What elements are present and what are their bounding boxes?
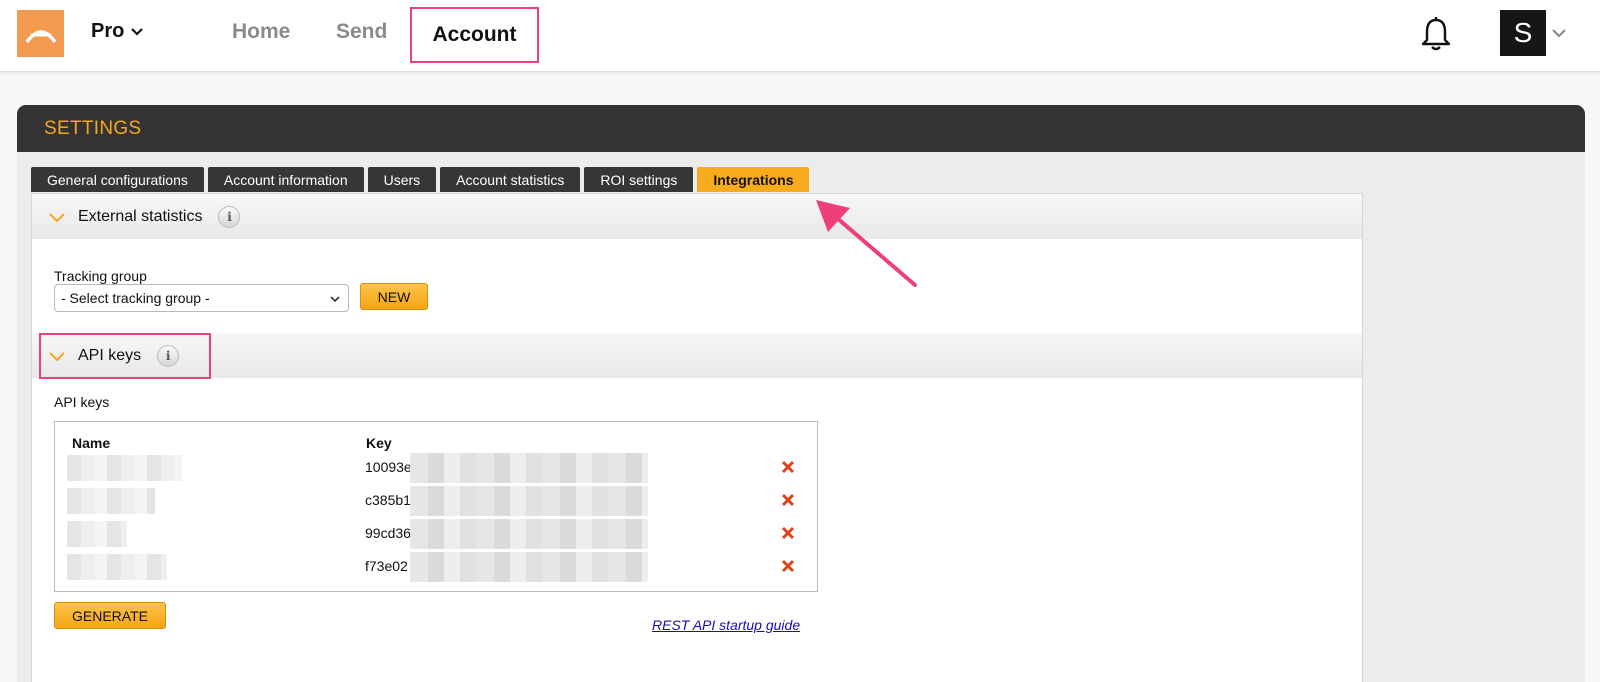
api-keys-table: Name Key 10093e c385b1 99cd36 f73e02 [54, 421, 818, 592]
external-statistics-header[interactable]: External statistics i [32, 194, 1362, 239]
table-row: f73e02 [55, 552, 817, 584]
tab-account-statistics[interactable]: Account statistics [440, 167, 581, 192]
new-tracking-group-button[interactable]: NEW [360, 283, 428, 310]
delete-icon[interactable] [780, 459, 796, 475]
top-navigation-bar: Pro Home Send Account S [0, 0, 1600, 72]
redacted-key [410, 519, 648, 549]
info-icon[interactable]: i [157, 344, 180, 367]
key-value: f73e02 [365, 558, 408, 574]
tracking-group-select-value: - Select tracking group - [61, 290, 210, 306]
avatar-letter: S [1513, 17, 1533, 48]
table-row: 10093e [55, 453, 817, 485]
info-icon[interactable]: i [218, 205, 241, 228]
integrations-content: External statistics i Tracking group - S… [31, 193, 1363, 682]
chevron-down-icon [49, 212, 65, 222]
redacted-name [67, 455, 182, 481]
settings-panel: SETTINGS General configurations Account … [17, 105, 1585, 682]
redacted-key [410, 486, 648, 516]
table-row: 99cd36 [55, 519, 817, 551]
key-column-header: Key [366, 435, 392, 451]
api-keys-header[interactable]: API keys i [32, 333, 1362, 378]
external-statistics-title: External statistics [78, 207, 203, 225]
nav-send[interactable]: Send [336, 20, 387, 44]
app-logo[interactable] [17, 10, 64, 57]
nav-home[interactable]: Home [232, 20, 290, 44]
redacted-key [410, 552, 648, 582]
chevron-down-icon [131, 27, 144, 36]
tab-integrations[interactable]: Integrations [697, 167, 810, 192]
rest-api-guide-link[interactable]: REST API startup guide [652, 617, 800, 633]
chevron-down-icon[interactable] [1551, 25, 1567, 41]
key-value: c385b1 [365, 492, 411, 508]
chevron-down-icon [330, 296, 340, 303]
tab-roi-settings[interactable]: ROI settings [584, 167, 694, 192]
settings-title: SETTINGS [44, 117, 142, 139]
redacted-name [67, 488, 155, 514]
generate-button[interactable]: GENERATE [54, 602, 166, 629]
delete-icon[interactable] [780, 525, 796, 541]
table-row: c385b1 [55, 486, 817, 518]
tracking-group-select[interactable]: - Select tracking group - [54, 284, 349, 312]
redacted-key [410, 453, 648, 483]
delete-icon[interactable] [780, 492, 796, 508]
plan-label: Pro [91, 20, 125, 42]
name-column-header: Name [72, 435, 111, 451]
delete-icon[interactable] [780, 558, 796, 574]
redacted-name [67, 521, 127, 547]
logo-arch-icon [25, 29, 56, 43]
tab-general-configurations[interactable]: General configurations [31, 167, 204, 192]
nav-account[interactable]: Account [410, 7, 539, 63]
redacted-name [67, 554, 167, 580]
tab-account-information[interactable]: Account information [207, 167, 364, 192]
key-value: 10093e [365, 459, 412, 475]
plan-selector[interactable]: Pro [91, 20, 144, 43]
tracking-group-label: Tracking group [54, 268, 147, 284]
api-keys-sub-label: API keys [54, 394, 110, 410]
settings-tabs: General configurations Account informati… [31, 167, 810, 192]
key-value: 99cd36 [365, 525, 411, 541]
avatar[interactable]: S [1500, 10, 1546, 56]
api-keys-title: API keys [78, 346, 142, 364]
bell-icon[interactable] [1419, 16, 1453, 52]
tab-users[interactable]: Users [367, 167, 437, 192]
chevron-down-icon [49, 351, 65, 361]
settings-header: SETTINGS [17, 105, 1585, 152]
